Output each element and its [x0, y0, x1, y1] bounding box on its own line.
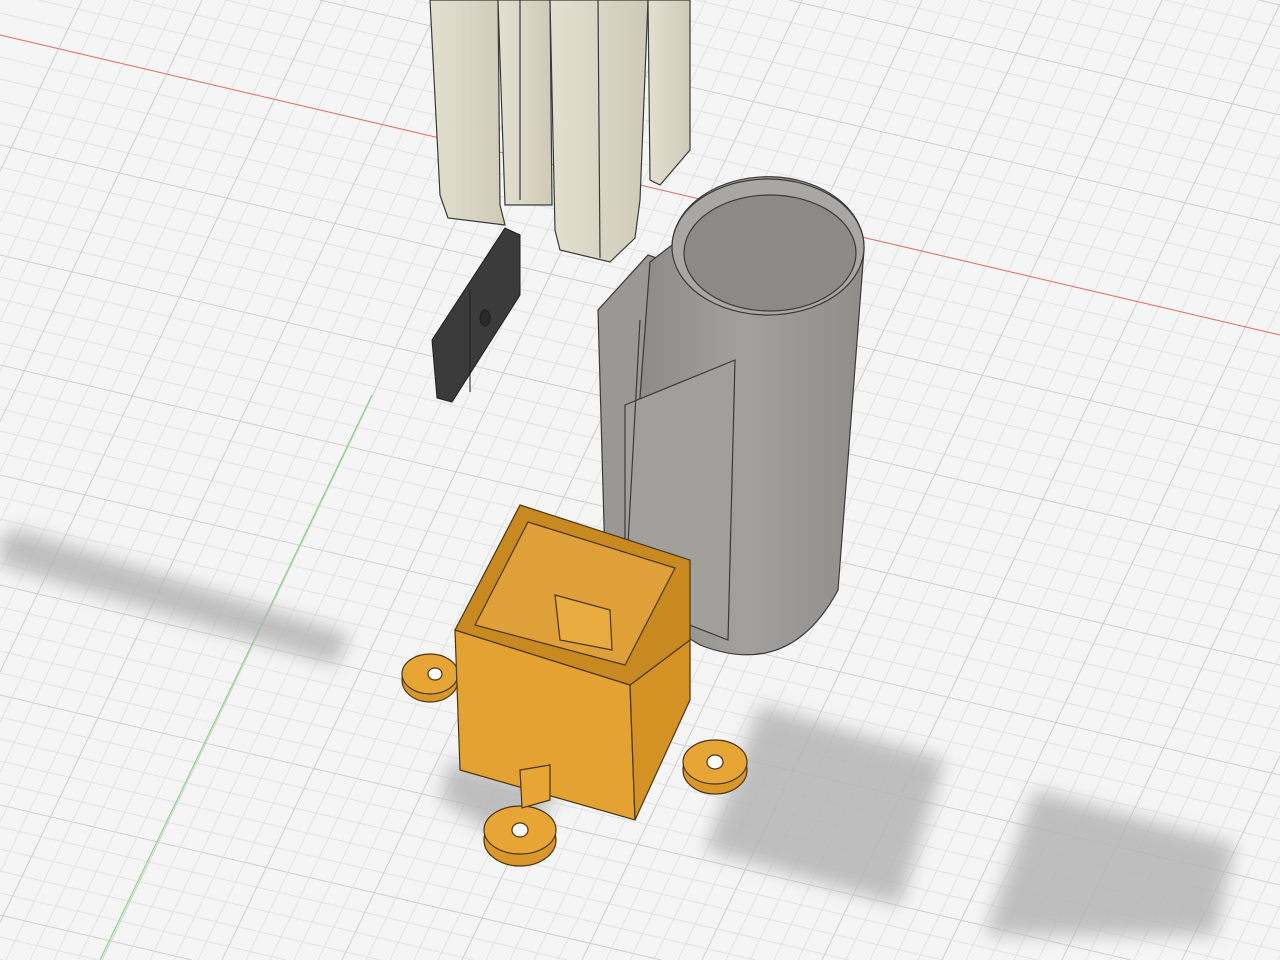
grid-line [1229, 855, 1280, 960]
grid-line [0, 870, 380, 960]
grid-line [0, 0, 131, 272]
grid-line [0, 0, 419, 873]
grid-line [0, 848, 474, 960]
grid-line [0, 0, 227, 472]
grid-line [0, 0, 203, 422]
grid-line [601, 0, 1280, 160]
grid-line [976, 0, 1280, 72]
grid-line [1253, 905, 1280, 960]
grid-line [0, 826, 568, 960]
grid-line [0, 0, 83, 172]
grid-line [0, 892, 287, 960]
cad-viewport-3d[interactable] [0, 0, 1280, 960]
grid-line [1258, 0, 1280, 6]
grid-line [0, 0, 395, 823]
grid-line [695, 0, 1280, 138]
grid-line [0, 0, 299, 623]
aluminum-extrusion[interactable] [429, 0, 691, 263]
canvas[interactable] [0, 0, 1280, 960]
grid-line [1164, 0, 1280, 28]
